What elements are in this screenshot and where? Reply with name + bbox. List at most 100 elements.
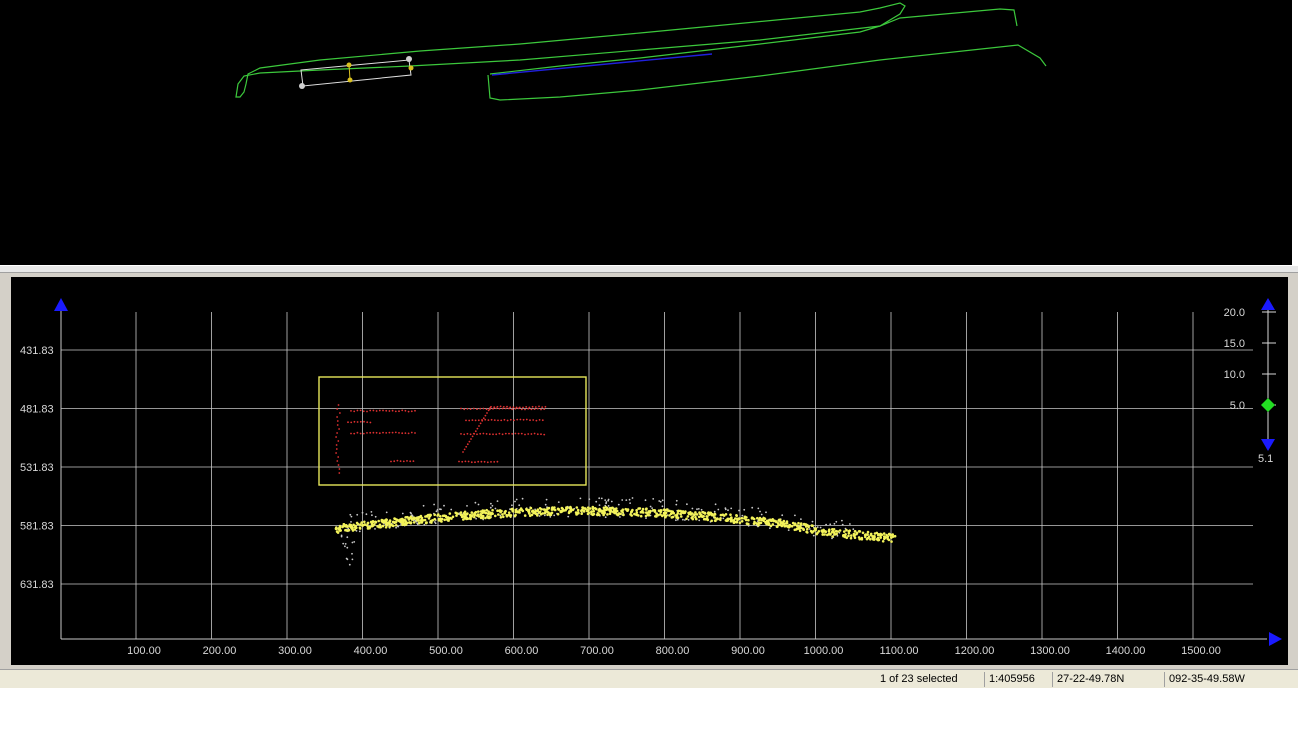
point	[401, 432, 404, 435]
point	[406, 460, 408, 462]
x-axis-arrow-icon[interactable]	[1269, 632, 1282, 646]
point	[414, 409, 416, 412]
point	[883, 537, 886, 540]
point	[631, 508, 634, 512]
point	[493, 461, 496, 463]
point	[598, 497, 601, 500]
point	[628, 498, 631, 501]
point	[629, 513, 632, 516]
point	[427, 517, 431, 520]
scale-slider[interactable]: 20.0 15.0 10.0 5.0 5.1	[1224, 298, 1276, 465]
point	[492, 433, 494, 436]
point	[680, 515, 683, 518]
point	[550, 511, 554, 515]
point	[336, 432, 338, 434]
point	[670, 516, 674, 519]
point	[346, 546, 349, 549]
point	[802, 522, 806, 526]
point	[476, 427, 479, 430]
point	[486, 512, 490, 515]
point	[339, 412, 341, 414]
point	[472, 407, 475, 410]
point	[476, 433, 478, 436]
point	[756, 516, 759, 520]
point	[479, 432, 482, 435]
selection-handle[interactable]	[346, 62, 352, 68]
point	[500, 419, 503, 422]
x-axis-label: 1100.00	[880, 645, 919, 657]
point	[520, 432, 523, 435]
point	[810, 524, 814, 527]
point	[783, 524, 786, 528]
point	[821, 530, 824, 534]
y-axis-arrow-icon[interactable]	[54, 298, 68, 311]
point	[553, 508, 557, 512]
point	[864, 533, 868, 536]
point	[341, 525, 344, 529]
point	[473, 432, 476, 435]
scale-up-arrow-icon[interactable]	[1261, 298, 1275, 310]
point	[529, 506, 533, 510]
point	[507, 511, 511, 514]
track-map-canvas[interactable]	[0, 0, 1292, 265]
point	[607, 505, 610, 507]
selection-handle[interactable]	[299, 83, 305, 89]
scale-down-arrow-icon[interactable]	[1261, 439, 1275, 451]
track-line-lower[interactable]	[487, 8, 1047, 101]
point	[805, 530, 808, 534]
point	[353, 420, 356, 423]
point	[477, 510, 480, 513]
pane-splitter[interactable]	[0, 265, 1298, 273]
point	[491, 508, 494, 512]
point	[598, 509, 602, 513]
profile-view[interactable]: 431.83 481.83 531.83 581.83 631.83 100.00 200…	[11, 277, 1288, 665]
x-axis-label: 500.00	[429, 645, 463, 657]
scale-marker-icon[interactable]	[1261, 398, 1275, 412]
point	[708, 511, 711, 515]
track-selection-box[interactable]	[300, 59, 412, 87]
map-view[interactable]	[0, 0, 1292, 265]
point	[871, 538, 875, 541]
point	[370, 511, 373, 513]
point	[358, 526, 362, 529]
point	[385, 523, 389, 527]
point	[407, 410, 410, 413]
point	[468, 440, 471, 443]
point	[580, 512, 583, 515]
point	[375, 431, 378, 434]
point	[852, 528, 855, 531]
point	[369, 409, 372, 412]
point	[338, 528, 342, 531]
point	[858, 537, 861, 541]
point	[410, 410, 413, 413]
point	[393, 460, 396, 463]
point	[604, 499, 607, 501]
point	[388, 431, 391, 434]
point	[631, 497, 634, 499]
point	[847, 531, 851, 535]
point	[787, 526, 791, 529]
point	[729, 513, 732, 516]
point	[431, 519, 435, 522]
x-axis-label: 700.00	[580, 645, 614, 657]
x-axis-label: 400.00	[354, 645, 388, 657]
profile-selection-box[interactable]	[318, 376, 587, 486]
point	[485, 433, 488, 435]
point	[543, 514, 546, 517]
selection-handle[interactable]	[347, 77, 353, 83]
scale-value: 5.1	[1258, 453, 1273, 465]
point	[603, 510, 606, 513]
x-axis-label: 1400.00	[1106, 645, 1146, 657]
point	[649, 505, 652, 508]
selection-handle[interactable]	[406, 56, 412, 62]
selection-handle[interactable]	[408, 65, 414, 71]
x-axis-label: 1500.00	[1181, 645, 1221, 657]
point	[470, 438, 472, 440]
point	[463, 433, 466, 436]
point	[391, 409, 394, 412]
point	[394, 524, 398, 527]
point	[495, 433, 498, 436]
point	[843, 530, 846, 533]
profile-canvas[interactable]: 431.83 481.83 531.83 581.83 631.83 100.00 200…	[11, 277, 1288, 665]
active-survey-line[interactable]	[491, 53, 713, 76]
